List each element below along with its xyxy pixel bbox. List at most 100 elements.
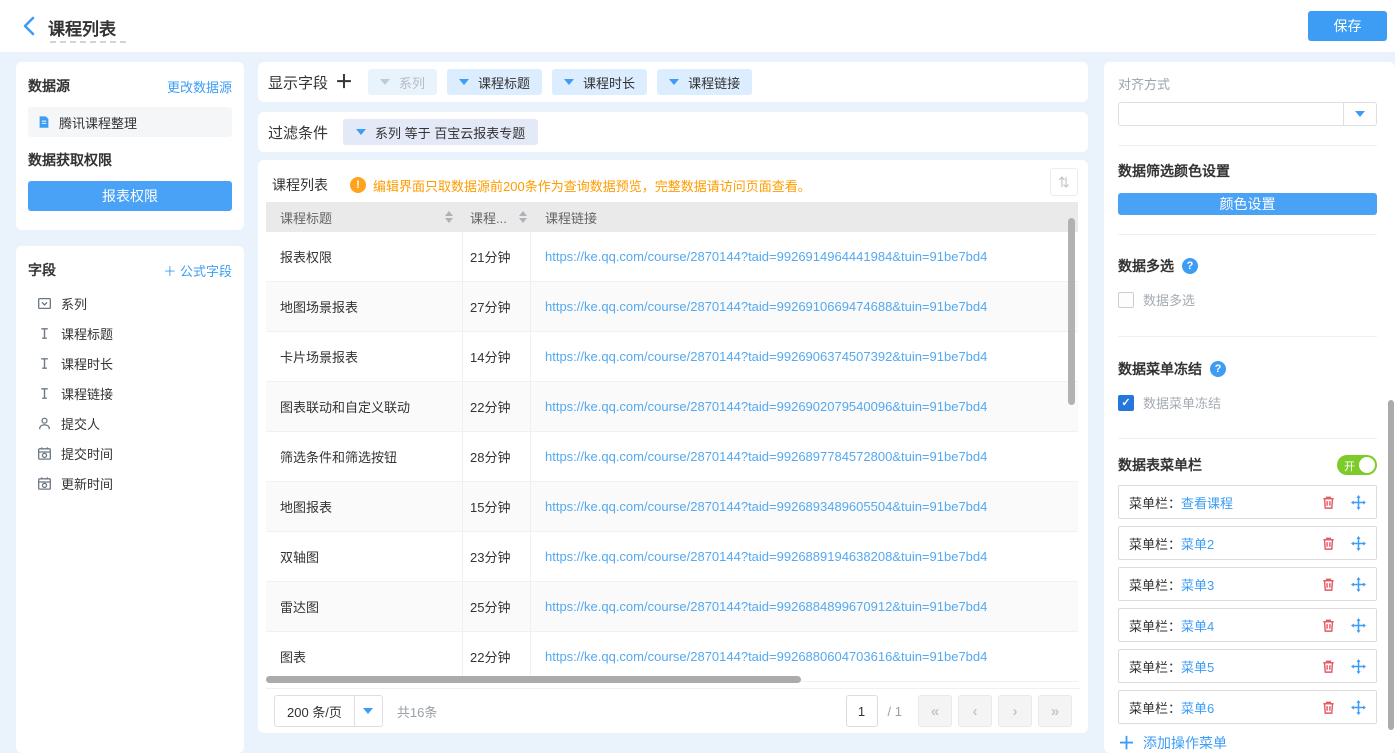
move-icon[interactable] [1351,577,1366,592]
table-row[interactable]: 图表联动和自定义联动 22分钟 https://ke.qq.com/course… [266,382,1078,432]
field-list-item[interactable]: 更新时间 [28,468,232,498]
menubar-item[interactable]: 菜单栏： 查看课程 [1118,485,1377,519]
menubar-item-link[interactable]: 菜单3 [1181,575,1214,594]
datasource-item[interactable]: 腾讯课程整理 [28,107,232,137]
move-icon[interactable] [1351,659,1366,674]
chevron-down-icon [669,79,679,85]
chevron-down-icon [459,79,469,85]
table-row[interactable]: 双轴图 23分钟 https://ke.qq.com/course/287014… [266,532,1078,582]
table-row[interactable]: 地图报表 15分钟 https://ke.qq.com/course/28701… [266,482,1078,532]
divider [1118,438,1377,439]
field-list-item[interactable]: 提交时间 [28,438,232,468]
display-field-tag[interactable]: 课程时长 [552,69,647,95]
save-button[interactable]: 保存 [1308,11,1387,41]
course-link[interactable]: https://ke.qq.com/course/2870144?taid=99… [545,399,987,414]
table-horizontal-scrollbar[interactable] [266,676,801,683]
move-icon[interactable] [1351,536,1366,551]
page-size-select[interactable]: 200 条/页 [274,695,383,727]
course-link[interactable]: https://ke.qq.com/course/2870144?taid=99… [545,249,987,264]
trash-icon[interactable] [1321,659,1336,674]
menubar-item[interactable]: 菜单栏： 菜单4 [1118,608,1377,642]
divider [1118,145,1377,146]
table-notice: ! 编辑界面只取数据源前200条作为查询数据预览，完整数据请访问页面查看。 [350,176,811,195]
course-link[interactable]: https://ke.qq.com/course/2870144?taid=99… [545,499,987,514]
calendar-icon [37,446,52,461]
change-datasource-link[interactable]: 更改数据源 [167,77,232,96]
column-header-title[interactable]: 课程标题 [266,208,463,227]
table-row[interactable]: 卡片场景报表 14分钟 https://ke.qq.com/course/287… [266,332,1078,382]
menu-freeze-checkbox[interactable]: ✓ [1118,395,1134,411]
menubar-item[interactable]: 菜单栏： 菜单6 [1118,690,1377,724]
course-link[interactable]: https://ke.qq.com/course/2870144?taid=99… [545,649,987,664]
table-row[interactable]: 图表 22分钟 https://ke.qq.com/course/2870144… [266,632,1078,682]
add-action-menu-link[interactable]: ＋ 添加操作菜单 [1118,733,1377,753]
menubar-toggle[interactable]: 开 [1337,455,1377,475]
trash-icon[interactable] [1321,536,1336,551]
text-icon [37,386,52,401]
help-icon[interactable]: ? [1182,258,1198,274]
menubar-item[interactable]: 菜单栏： 菜单2 [1118,526,1377,560]
add-display-field-button[interactable]: ＋ [335,73,353,91]
field-list-item[interactable]: 系列 [28,288,232,318]
trash-icon[interactable] [1321,618,1336,633]
color-settings-button[interactable]: 颜色设置 [1118,193,1377,215]
next-page-button[interactable]: › [998,695,1032,727]
table-row[interactable]: 报表权限 21分钟 https://ke.qq.com/course/28701… [266,232,1078,282]
course-link[interactable]: https://ke.qq.com/course/2870144?taid=99… [545,549,987,564]
multi-select-checkbox[interactable] [1118,292,1134,308]
toggle-knob [1359,457,1375,473]
field-list-item[interactable]: 课程时长 [28,348,232,378]
course-duration-cell: 23分钟 [470,547,510,566]
chevron-down-icon [1343,103,1376,125]
course-title-cell: 图表 [280,647,306,666]
table-row[interactable]: 雷达图 25分钟 https://ke.qq.com/course/287014… [266,582,1078,632]
course-duration-cell: 22分钟 [470,397,510,416]
trash-icon[interactable] [1321,700,1336,715]
back-icon[interactable] [18,14,42,38]
move-icon[interactable] [1351,495,1366,510]
course-link[interactable]: https://ke.qq.com/course/2870144?taid=99… [545,349,987,364]
menubar-item-link[interactable]: 菜单6 [1181,698,1214,717]
column-header-link[interactable]: 课程链接 [531,208,1078,227]
panel-scrollbar[interactable] [1388,400,1394,730]
prev-page-button[interactable]: ‹ [958,695,992,727]
first-page-button[interactable]: « [918,695,952,727]
trash-icon[interactable] [1321,577,1336,592]
trash-icon[interactable] [1321,495,1336,510]
report-permission-button[interactable]: 报表权限 [28,181,232,211]
table-row[interactable]: 筛选条件和筛选按钮 28分钟 https://ke.qq.com/course/… [266,432,1078,482]
sort-arrows-icon[interactable] [519,211,527,223]
field-list-item[interactable]: 课程标题 [28,318,232,348]
page-number-input[interactable]: 1 [846,695,878,727]
course-link[interactable]: https://ke.qq.com/course/2870144?taid=99… [545,299,987,314]
course-link[interactable]: https://ke.qq.com/course/2870144?taid=99… [545,599,987,614]
menubar-item-link[interactable]: 菜单5 [1181,657,1214,676]
menubar-item-link[interactable]: 查看课程 [1181,493,1233,512]
column-header-duration[interactable]: 课程... [463,208,531,227]
menubar-item[interactable]: 菜单栏： 菜单5 [1118,649,1377,683]
menubar-item-link[interactable]: 菜单2 [1181,534,1214,553]
field-list-item[interactable]: 课程链接 [28,378,232,408]
align-select[interactable] [1118,102,1377,126]
filter-condition-tag[interactable]: 系列 等于 百宝云报表专题 [343,119,538,145]
table-row[interactable]: 地图场景报表 27分钟 https://ke.qq.com/course/287… [266,282,1078,332]
sort-order-icon[interactable]: ⇅ [1050,168,1078,196]
menubar-item[interactable]: 菜单栏： 菜单3 [1118,567,1377,601]
move-icon[interactable] [1351,618,1366,633]
display-field-tag[interactable]: 课程标题 [447,69,542,95]
chevron-down-icon [354,696,382,726]
person-icon [37,416,52,431]
move-icon[interactable] [1351,700,1366,715]
menubar-item-link[interactable]: 菜单4 [1181,616,1214,635]
help-icon[interactable]: ? [1210,361,1226,377]
display-field-tag[interactable]: 课程链接 [657,69,752,95]
last-page-button[interactable]: » [1038,695,1072,727]
display-field-tag[interactable]: 系列 [368,69,437,95]
field-list-item[interactable]: 提交人 [28,408,232,438]
course-link[interactable]: https://ke.qq.com/course/2870144?taid=99… [545,449,987,464]
fields-card: 字段 ＋ 公式字段 系列 课程标题 课程时长 课程链接 提交人 提交时间 更新时… [16,246,244,753]
sort-arrows-icon[interactable] [445,211,453,223]
add-formula-field-link[interactable]: ＋ 公式字段 [163,261,232,280]
table-vertical-scrollbar[interactable] [1068,218,1075,405]
chevron-down-icon [356,129,366,135]
